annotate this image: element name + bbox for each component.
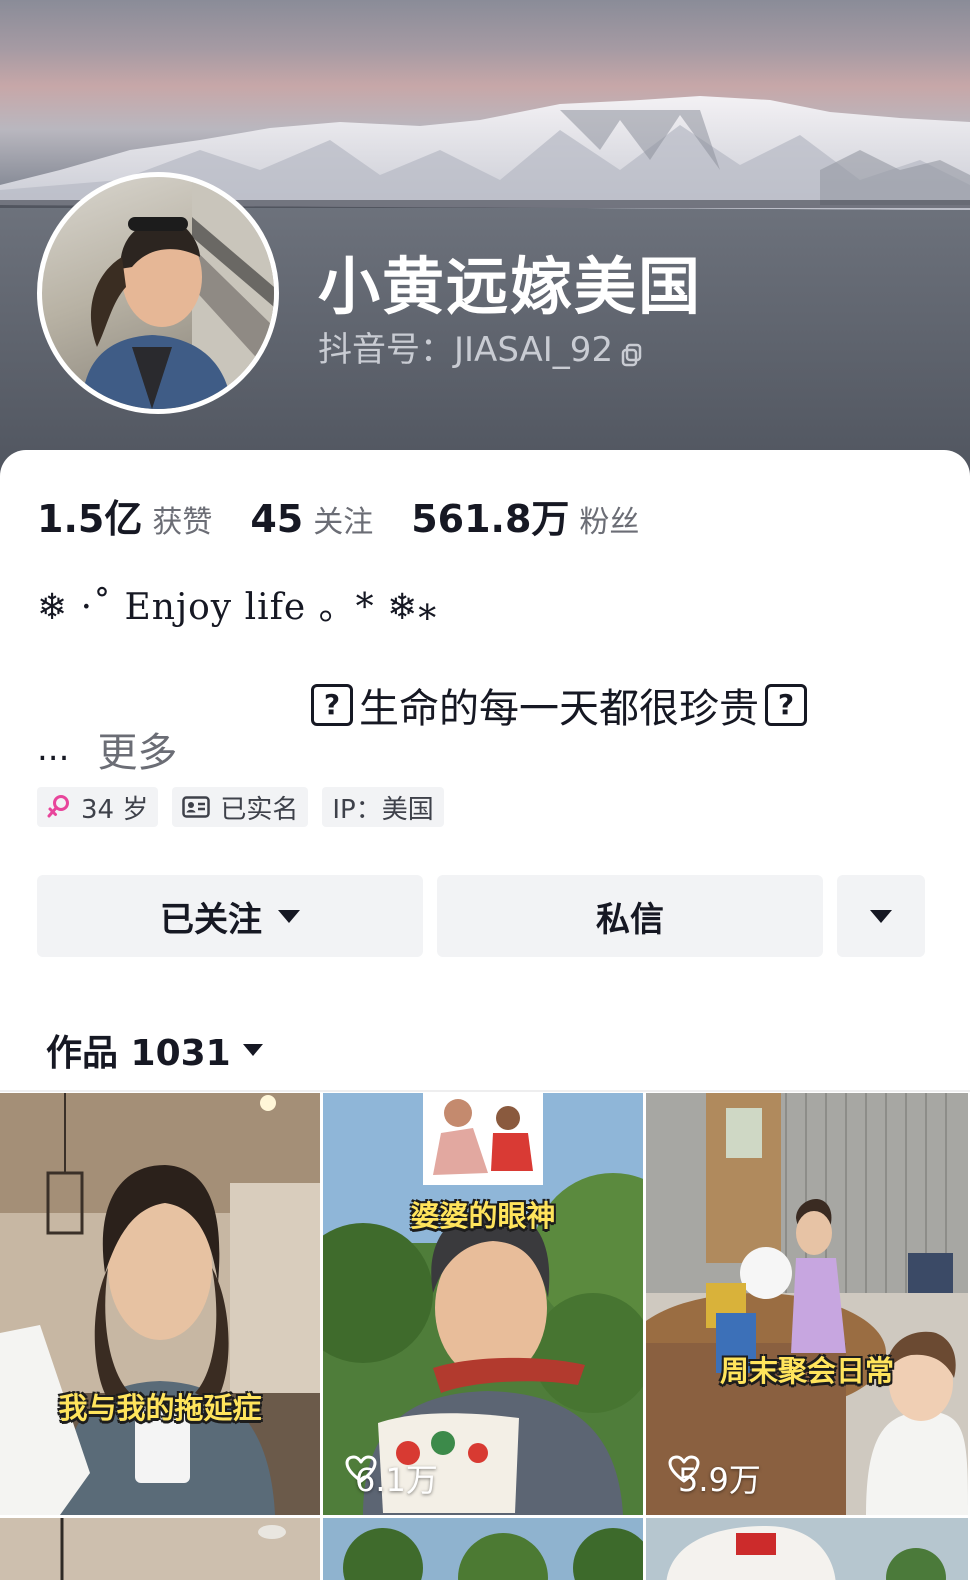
bio-ellipsis: ... bbox=[37, 729, 70, 769]
profile-tags: 34 岁 已实名 IP：美国 bbox=[37, 787, 458, 827]
tag-verified-text: 已实名 bbox=[220, 794, 299, 825]
video-thumbnail-image bbox=[323, 1518, 643, 1580]
id-card-icon bbox=[182, 796, 211, 818]
avatar-photo bbox=[82, 177, 274, 409]
tag-verified: 已实名 bbox=[172, 787, 309, 827]
tab-works-label: 作品 1031 bbox=[46, 1033, 231, 1074]
video-caption: 我与我的拖延症 bbox=[58, 1391, 262, 1425]
profile-name: 小黄远嫁美国 bbox=[318, 250, 703, 323]
message-button-label: 私信 bbox=[596, 899, 664, 940]
stat-followers[interactable]: 561.8万 粉丝 bbox=[411, 488, 639, 543]
video-thumbnail-image bbox=[323, 1093, 643, 1515]
unknown-glyph-icon: ? bbox=[311, 684, 353, 726]
video-thumbnail[interactable] bbox=[0, 1518, 320, 1580]
video-thumbnail[interactable]: 我与我的拖延症 bbox=[0, 1093, 320, 1515]
douyin-id-text: 抖音号：JIASAI_92 bbox=[318, 330, 614, 370]
caret-down-icon bbox=[278, 909, 300, 923]
copy-icon[interactable] bbox=[621, 336, 642, 366]
video-thumbnail[interactable] bbox=[646, 1518, 968, 1580]
tag-ip: IP：美国 bbox=[322, 787, 444, 827]
tab-works[interactable]: 作品 1031 bbox=[46, 1024, 263, 1076]
avatar[interactable] bbox=[37, 172, 279, 414]
bio-line-2-text: 生命的每一天都很珍贵 bbox=[359, 686, 759, 732]
bio-line-2: ? 生命的每一天都很珍贵 ? bbox=[305, 676, 813, 734]
video-thumbnail-image bbox=[0, 1093, 320, 1515]
video-thumbnail[interactable]: 周末聚会日常 5.9万 bbox=[646, 1093, 968, 1515]
stats-row: 1.5亿 获赞 45 关注 561.8万 粉丝 bbox=[37, 488, 677, 543]
caret-down-icon bbox=[870, 909, 892, 923]
bio-line-1: ❄ ·˚ Enjoy life 。* ❄⁎ bbox=[37, 587, 438, 628]
video-like-count: 5.9万 bbox=[668, 1455, 761, 1501]
video-thumbnail-image bbox=[646, 1093, 968, 1515]
tag-age: 34 岁 bbox=[37, 787, 159, 827]
tag-age-text: 34 岁 bbox=[81, 794, 149, 825]
profile-card: 1.5亿 获赞 45 关注 561.8万 粉丝 ❄ ·˚ Enjoy life … bbox=[0, 450, 970, 1580]
video-thumbnail[interactable]: 婆婆的眼神 6.1万 bbox=[323, 1093, 643, 1515]
stat-likes[interactable]: 1.5亿 获赞 bbox=[37, 488, 212, 543]
female-icon bbox=[47, 794, 71, 820]
video-caption: 周末聚会日常 bbox=[719, 1354, 894, 1388]
tag-ip-text: IP：美国 bbox=[332, 794, 434, 825]
action-buttons: 已关注 私信 bbox=[37, 875, 925, 957]
more-link[interactable]: 更多 bbox=[97, 720, 177, 778]
video-grid: 我与我的拖延症 婆婆的眼神 6.1万 周末聚会日常 5.9万 bbox=[0, 1093, 970, 1580]
stat-followers-label: 粉丝 bbox=[579, 505, 640, 540]
video-caption: 婆婆的眼神 bbox=[410, 1199, 556, 1233]
stat-following-label: 关注 bbox=[313, 505, 374, 540]
stat-likes-value: 1.5亿 bbox=[37, 497, 143, 541]
bio-more[interactable]: ... 更多 bbox=[37, 720, 177, 778]
video-like-count: 6.1万 bbox=[345, 1455, 438, 1501]
unknown-glyph-icon: ? bbox=[765, 684, 807, 726]
video-thumbnail[interactable] bbox=[323, 1518, 643, 1580]
stat-followers-value: 561.8万 bbox=[411, 497, 570, 541]
caret-down-icon bbox=[242, 1044, 263, 1056]
message-button[interactable]: 私信 bbox=[437, 875, 823, 957]
stat-following-value: 45 bbox=[250, 497, 304, 541]
divider bbox=[0, 1090, 970, 1092]
more-options-button[interactable] bbox=[837, 875, 925, 957]
stat-likes-label: 获赞 bbox=[152, 505, 213, 540]
followed-button[interactable]: 已关注 bbox=[37, 875, 423, 957]
video-thumbnail-image bbox=[646, 1518, 968, 1580]
stat-following[interactable]: 45 关注 bbox=[250, 497, 373, 541]
followed-button-label: 已关注 bbox=[160, 899, 262, 940]
douyin-id[interactable]: 抖音号：JIASAI_92 bbox=[318, 322, 642, 371]
video-thumbnail-image bbox=[0, 1518, 320, 1580]
